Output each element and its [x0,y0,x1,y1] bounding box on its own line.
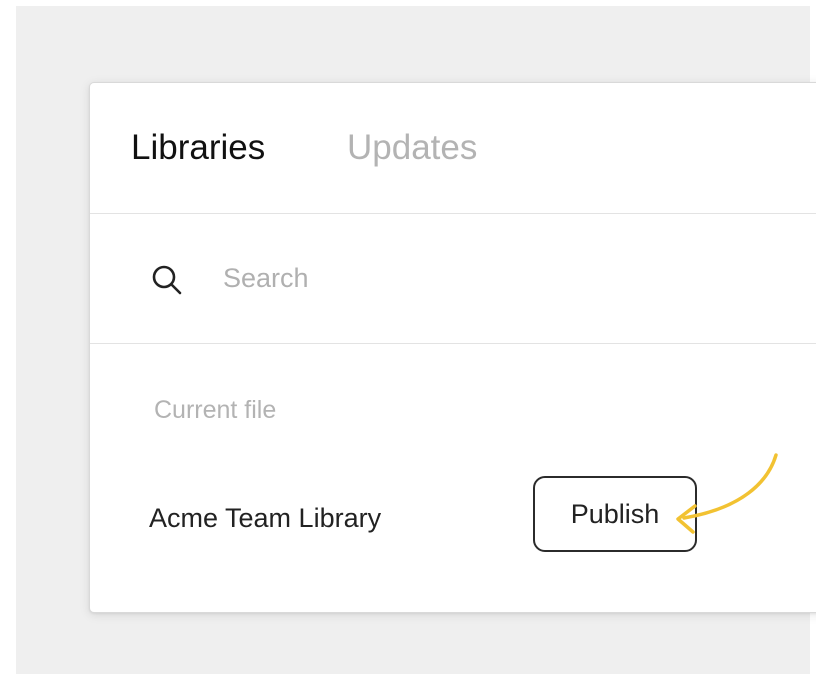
publish-button[interactable]: Publish [533,476,697,552]
search-bar [90,214,816,344]
libraries-panel: Libraries Updates Current file Acme Team… [89,82,816,613]
tab-updates[interactable]: Updates [347,128,477,168]
tab-bar: Libraries Updates [90,83,816,214]
search-icon [152,265,182,295]
search-input[interactable] [223,256,783,300]
section-label-current-file: Current file [154,396,277,424]
library-name: Acme Team Library [149,503,382,533]
tab-libraries[interactable]: Libraries [131,128,265,168]
